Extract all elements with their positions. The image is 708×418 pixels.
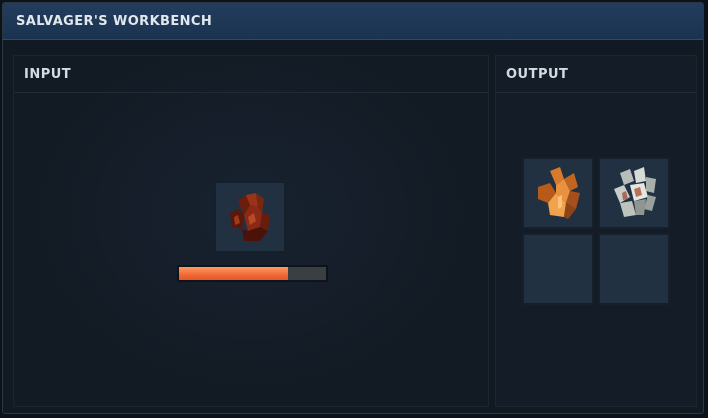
workbench-window: SALVAGER'S WORKBENCH INPUT OUTPUT (2, 2, 704, 414)
output-slot-1[interactable] (522, 157, 594, 229)
window-titlebar: SALVAGER'S WORKBENCH (3, 3, 703, 40)
salvage-progress-bar (177, 265, 328, 282)
window-title: SALVAGER'S WORKBENCH (16, 13, 213, 29)
output-panel: OUTPUT (495, 55, 697, 407)
silver-ore-chunk-icon (614, 167, 656, 217)
red-ore-chunk-icon (230, 193, 270, 241)
salvage-progress-fill (179, 267, 288, 280)
input-panel-header: INPUT (14, 56, 488, 93)
output-slot-4[interactable] (598, 233, 670, 305)
input-slot[interactable] (214, 181, 286, 253)
output-slot-3[interactable] (522, 233, 594, 305)
input-panel: INPUT (13, 55, 489, 407)
copper-ore-chunk-icon (538, 167, 580, 219)
output-slot-2[interactable] (598, 157, 670, 229)
output-panel-header: OUTPUT (496, 56, 696, 93)
